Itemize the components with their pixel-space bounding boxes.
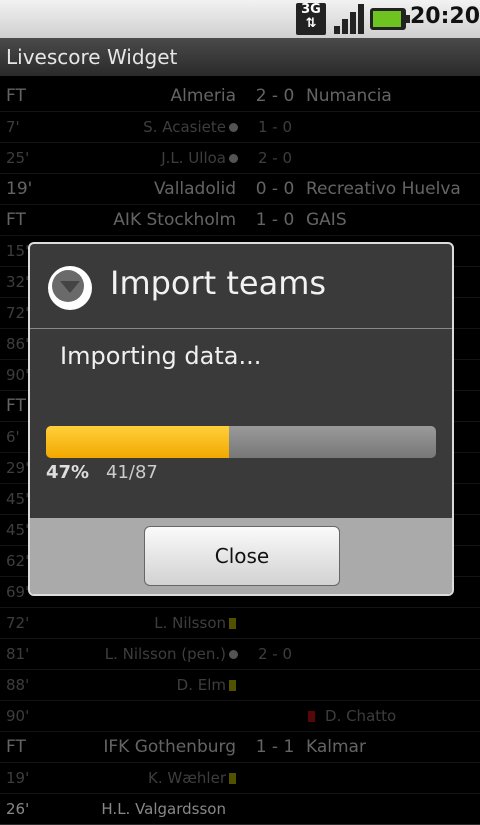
progress-count: 41/87 <box>106 462 158 483</box>
app-title: Livescore Widget <box>0 38 480 76</box>
status-bar: 3G ⇅ 20:20 <box>0 0 480 38</box>
dialog-footer: Close <box>30 518 452 594</box>
progress-percent: 47% <box>46 462 90 483</box>
import-teams-dialog: Import teams Importing data... 47% 41/87… <box>28 242 454 596</box>
dialog-message: Importing data... <box>60 342 262 370</box>
signal-strength-icon <box>334 4 364 34</box>
dialog-header: Import teams <box>30 244 452 329</box>
network-3g-icon: 3G ⇅ <box>296 3 326 35</box>
battery-charging-icon <box>370 8 410 30</box>
close-button[interactable]: Close <box>144 526 340 586</box>
chevron-down-circle-icon <box>48 266 92 310</box>
progress-fill <box>46 426 230 458</box>
progress-bar <box>46 426 436 458</box>
dialog-title: Import teams <box>110 264 327 302</box>
clock: 20:20 <box>410 4 480 29</box>
